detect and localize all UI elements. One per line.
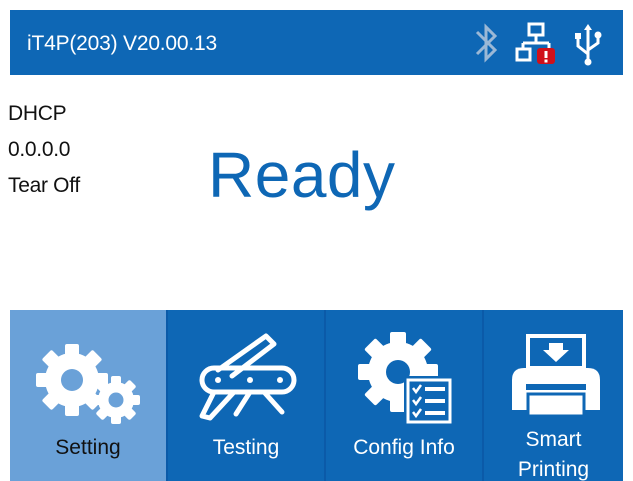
multitool-icon bbox=[188, 326, 308, 431]
status-ready: Ready bbox=[208, 139, 396, 211]
config-gear-list-icon bbox=[354, 328, 464, 433]
firmware-version-title: iT4P(203) V20.00.13 bbox=[27, 32, 217, 55]
main-menu: Setting Testing Config Info Smart Printi… bbox=[10, 310, 623, 481]
menu-smart-printing[interactable]: Smart Printing bbox=[484, 310, 623, 481]
ethernet-error-icon bbox=[515, 18, 557, 73]
printer-icon bbox=[508, 332, 604, 427]
network-info: DHCP 0.0.0.0 Tear Off bbox=[8, 96, 80, 204]
setting-label: Setting bbox=[55, 436, 121, 459]
bluetooth-icon bbox=[471, 18, 503, 73]
gears-icon bbox=[32, 340, 142, 430]
menu-setting[interactable]: Setting bbox=[10, 310, 166, 481]
menu-config-info[interactable]: Config Info bbox=[326, 310, 482, 481]
network-mode: DHCP bbox=[8, 102, 67, 125]
menu-testing[interactable]: Testing bbox=[168, 310, 324, 481]
smart-printing-label-line1: Smart bbox=[525, 428, 582, 451]
testing-label: Testing bbox=[212, 436, 280, 459]
print-mode: Tear Off bbox=[8, 174, 80, 197]
header-bar: iT4P(203) V20.00.13 bbox=[10, 10, 623, 75]
smart-printing-label-line2: Printing bbox=[517, 458, 590, 481]
usb-icon bbox=[571, 18, 605, 73]
ip-address: 0.0.0.0 bbox=[8, 138, 71, 161]
config-info-label: Config Info bbox=[353, 436, 455, 459]
status-icons bbox=[471, 18, 611, 68]
